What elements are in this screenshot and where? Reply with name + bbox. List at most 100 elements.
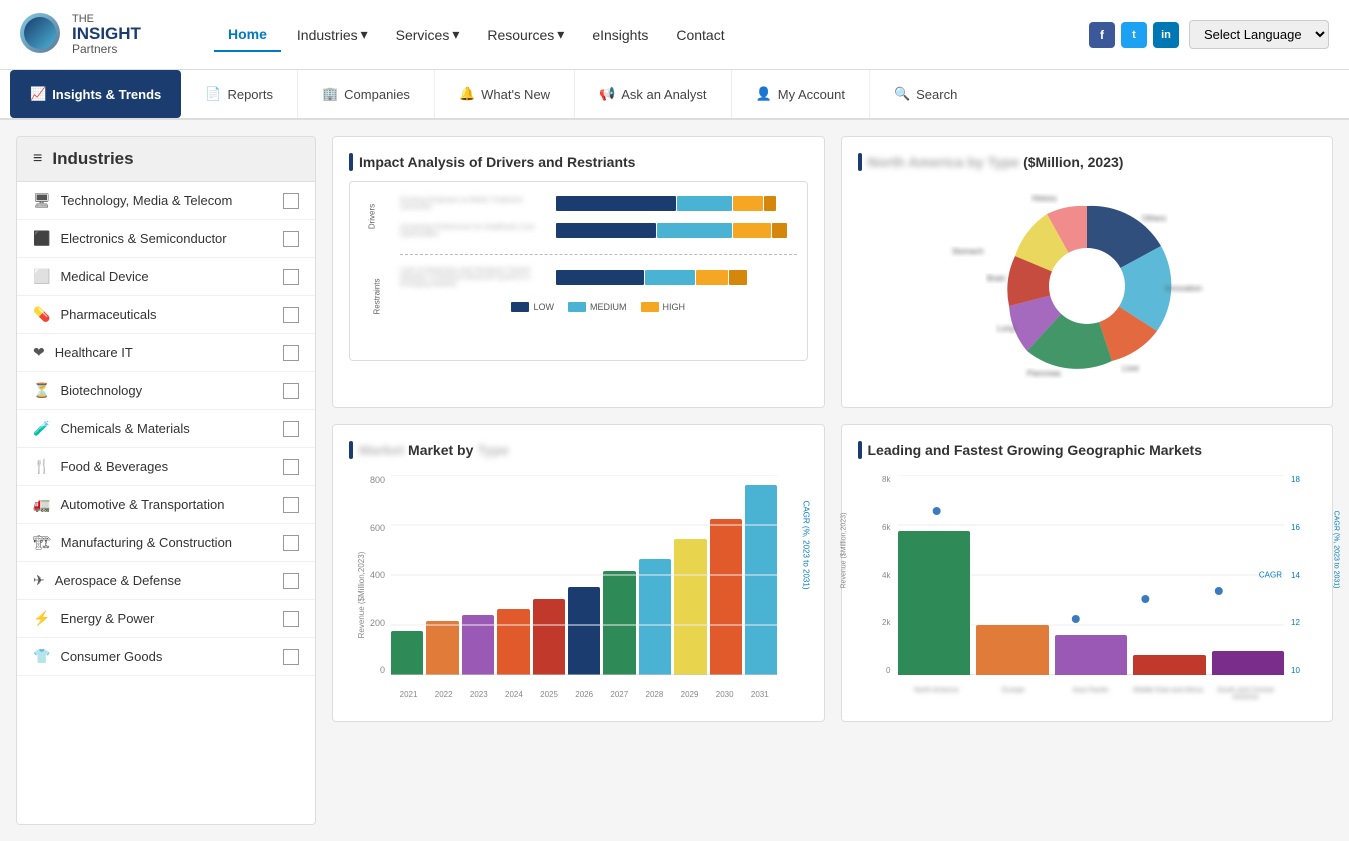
nav-home[interactable]: Home [214,18,281,52]
food-label: Food & Beverages [60,459,168,474]
nav-right: f t in Select Language [1089,20,1329,49]
pharma-checkbox[interactable] [283,307,299,323]
subnav-reports[interactable]: 📄 Reports [181,70,298,118]
svg-text:Others: Others [1142,214,1166,223]
auto-icon: 🚛 [33,496,50,513]
geo-chart-visual: 0 2k 4k 6k 8k 10 12 14 16 18 [858,465,1317,705]
svg-text:Stomach: Stomach [952,247,984,256]
drivers-axis-label: Drivers [368,204,377,229]
sidebar-title: Industries [52,149,133,169]
electronics-label: Electronics & Semiconductor [60,231,226,246]
nav-resources[interactable]: Resources▾ [475,18,576,51]
healthcare-icon: ❤ [33,344,45,361]
geo-chart-title: Leading and Fastest Growing Geographic M… [858,441,1317,459]
geo-chart-card: Leading and Fastest Growing Geographic M… [841,424,1334,722]
tech-icon: 🖥 [33,192,51,209]
my-account-icon: 👤 [756,86,772,102]
chemicals-checkbox[interactable] [283,421,299,437]
manufacturing-checkbox[interactable] [283,535,299,551]
bar-market-card: Market Market by Type 0 200 400 600 800 … [332,424,825,722]
sidebar-item-aerospace[interactable]: ✈ Aerospace & Defense [17,562,315,600]
tech-label: Technology, Media & Telecom [61,193,233,208]
medical-label: Medical Device [60,269,148,284]
sidebar-item-auto[interactable]: 🚛Automotive & Transportation [17,486,315,524]
svg-text:History: History [1032,194,1057,203]
svg-text:Liver: Liver [1122,364,1140,373]
aerospace-icon: ✈ [33,572,45,589]
whats-new-icon: 🔔 [459,86,475,102]
charts-row-1: Impact Analysis of Drivers and Restriant… [332,136,1333,408]
energy-icon: ⚡ [33,610,50,627]
sidebar-item-healthcare[interactable]: ❤ Healthcare IT [17,334,315,372]
aerospace-checkbox[interactable] [283,573,299,589]
consumer-label: Consumer Goods [60,649,162,664]
reports-icon: 📄 [205,86,221,102]
sub-navigation: 📈 Insights & Trends 📄 Reports 🏢 Companie… [0,70,1349,120]
sidebar-item-manufacturing[interactable]: 🏗Manufacturing & Construction [17,524,315,562]
svg-text:Brain: Brain [987,274,1006,283]
consumer-checkbox[interactable] [283,649,299,665]
sidebar-header: ≡ Industries [17,137,315,182]
restraints-axis-label: Restraints [373,279,382,315]
social-icons: f t in [1089,22,1179,48]
subnav-ask-analyst[interactable]: 📢 Ask an Analyst [575,70,731,118]
sidebar: ≡ Industries 🖥 Technology, Media & Teleco… [16,136,316,825]
insights-icon: 📈 [30,86,46,102]
biotech-icon: ⏳ [33,382,50,399]
manufacturing-icon: 🏗 [33,534,51,551]
food-checkbox[interactable] [283,459,299,475]
nav-links: Home Industries▾ Services▾ Resources▾ eI… [214,18,737,52]
pharma-label: Pharmaceuticals [60,307,156,322]
tech-checkbox[interactable] [283,193,299,209]
subnav-whats-new[interactable]: 🔔 What's New [435,70,575,118]
sidebar-item-food[interactable]: 🍴 Food & Beverages [17,448,315,486]
sidebar-item-tech[interactable]: 🖥 Technology, Media & Telecom [17,182,315,220]
biotech-label: Biotechnology [60,383,142,398]
auto-checkbox[interactable] [283,497,299,513]
sidebar-item-electronics[interactable]: ⬛ Electronics & Semiconductor [17,220,315,258]
donut-chart-card: North America by Type ($Million, 2023) [841,136,1334,408]
sidebar-item-medical[interactable]: ⬜Medical Device [17,258,315,296]
sidebar-item-pharma[interactable]: 💊 Pharmaceuticals [17,296,315,334]
twitter-icon[interactable]: t [1121,22,1147,48]
healthcare-label: Healthcare IT [55,345,133,360]
svg-text:Innovation: Innovation [1165,284,1202,293]
biotech-checkbox[interactable] [283,383,299,399]
top-navigation: THE INSIGHT Partners Home Industries▾ Se… [0,0,1349,70]
donut-chart-visual: Others Innovation History Brain Lung Pan… [858,181,1317,391]
subnav-search[interactable]: 🔍 Search [870,70,981,118]
chemicals-label: Chemicals & Materials [60,421,189,436]
linkedin-icon[interactable]: in [1153,22,1179,48]
sidebar-item-energy[interactable]: ⚡Energy & Power [17,600,315,638]
sidebar-item-biotech[interactable]: ⏳ Biotechnology [17,372,315,410]
companies-icon: 🏢 [322,86,338,102]
impact-chart-visual: Drivers Restraints Growing Emphasis on B… [349,181,808,361]
facebook-icon[interactable]: f [1089,22,1115,48]
electronics-icon: ⬛ [33,230,50,247]
aerospace-label: Aerospace & Defense [55,573,181,588]
charts-area: Impact Analysis of Drivers and Restriant… [332,136,1333,825]
healthcare-checkbox[interactable] [283,345,299,361]
nav-contact[interactable]: Contact [664,19,736,51]
subnav-insights[interactable]: 📈 Insights & Trends [10,70,181,118]
language-select[interactable]: Select Language [1189,20,1329,49]
consumer-icon: 👕 [33,648,50,665]
electronics-checkbox[interactable] [283,231,299,247]
sidebar-item-chemicals[interactable]: 🧪 Chemicals & Materials [17,410,315,448]
nav-einsights[interactable]: eInsights [580,19,660,51]
medical-checkbox[interactable] [283,269,299,285]
subnav-companies[interactable]: 🏢 Companies [298,70,435,118]
donut-chart-title: North America by Type ($Million, 2023) [858,153,1317,171]
nav-services[interactable]: Services▾ [384,18,472,51]
subnav-my-account[interactable]: 👤 My Account [732,70,870,118]
energy-checkbox[interactable] [283,611,299,627]
chemicals-icon: 🧪 [33,420,50,437]
logo[interactable]: THE INSIGHT Partners [20,13,190,57]
industries-list-icon: ≡ [33,150,42,168]
bar-market-visual: 0 200 400 600 800 Revenue ($Million,2023… [349,465,808,705]
pharma-icon: 💊 [33,306,50,323]
nav-industries[interactable]: Industries▾ [285,18,380,51]
food-icon: 🍴 [33,458,50,475]
sidebar-item-consumer[interactable]: 👕 Consumer Goods [17,638,315,676]
main-content: ≡ Industries 🖥 Technology, Media & Teleco… [0,120,1349,841]
